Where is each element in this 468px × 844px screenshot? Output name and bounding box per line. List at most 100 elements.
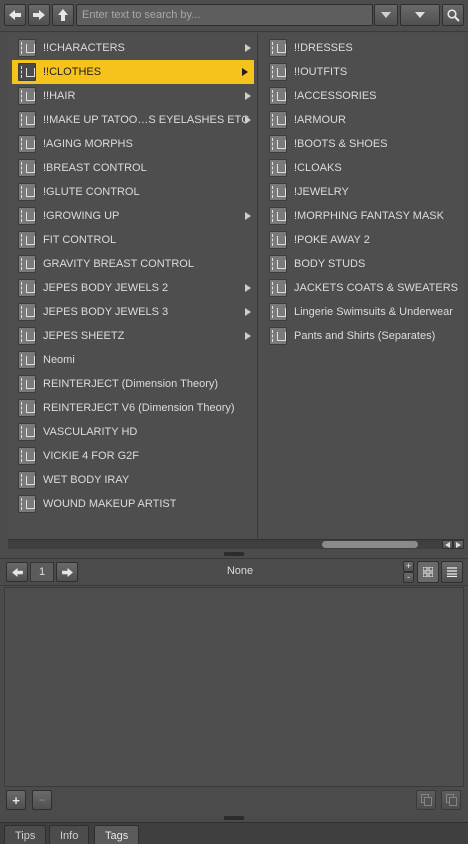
category-item-hair[interactable]: !!HAIR — [8, 84, 257, 108]
arrow-left-icon — [9, 10, 21, 20]
arrow-right-icon — [61, 567, 73, 577]
category-item-label: !GLUTE CONTROL — [43, 186, 140, 198]
page-number[interactable]: 1 — [30, 562, 54, 582]
category-item-reinterject-v6-dimension-theory[interactable]: REINTERJECT V6 (Dimension Theory) — [8, 396, 257, 420]
category-item-outfits[interactable]: !!OUTFITS — [259, 60, 464, 84]
category-item-morphing-fantasy-mask[interactable]: !MORPHING FANTASY MASK — [259, 204, 464, 228]
tab-tips[interactable]: Tips — [4, 825, 47, 844]
category-item-vickie-4-for-g2f[interactable]: VICKIE 4 FOR G2F — [8, 444, 257, 468]
category-item-vascularity-hd[interactable]: VASCULARITY HD — [8, 420, 257, 444]
category-item-poke-away-2[interactable]: !POKE AWAY 2 — [259, 228, 464, 252]
category-item-fit-control[interactable]: FIT CONTROL — [8, 228, 257, 252]
folder-icon — [18, 135, 36, 153]
next-page-button[interactable] — [56, 562, 78, 582]
search-history-dropdown[interactable] — [374, 4, 398, 26]
category-item-jepes-sheetz[interactable]: JEPES SHEETZ — [8, 324, 257, 348]
copy-button[interactable] — [416, 790, 436, 810]
horizontal-scrollbar[interactable] — [8, 539, 464, 549]
content-panel[interactable] — [4, 587, 464, 787]
category-item-label: VICKIE 4 FOR G2F — [43, 450, 139, 462]
category-item-lingerie-swimsuits-underwear[interactable]: Lingerie Swimsuits & Underwear — [259, 300, 464, 324]
search-icon — [446, 8, 460, 22]
back-button[interactable] — [4, 4, 26, 26]
search-button[interactable] — [442, 4, 464, 26]
folder-icon — [18, 471, 36, 489]
category-item-wound-makeup-artist[interactable]: WOUND MAKEUP ARTIST — [8, 492, 257, 516]
category-item-reinterject-dimension-theory[interactable]: REINTERJECT (Dimension Theory) — [8, 372, 257, 396]
category-item-label: FIT CONTROL — [43, 234, 117, 246]
folder-icon — [18, 207, 36, 225]
prev-page-button[interactable] — [6, 562, 28, 582]
submenu-arrow-icon — [245, 332, 251, 340]
copy-icon — [420, 794, 432, 806]
category-item-label: REINTERJECT V6 (Dimension Theory) — [43, 402, 235, 414]
category-item-breast-control[interactable]: !BREAST CONTROL — [8, 156, 257, 180]
submenu-arrow-icon — [245, 284, 251, 292]
paste-button[interactable] — [441, 790, 461, 810]
category-item-jepes-body-jewels-3[interactable]: JEPES BODY JEWELS 3 — [8, 300, 257, 324]
folder-icon — [269, 303, 287, 321]
scroll-left-button[interactable] — [442, 540, 453, 549]
category-item-aging-morphs[interactable]: !AGING MORPHS — [8, 132, 257, 156]
category-item-label: !BREAST CONTROL — [43, 162, 147, 174]
category-item-label: !POKE AWAY 2 — [294, 234, 370, 246]
category-item-label: !ARMOUR — [294, 114, 346, 126]
folder-icon — [269, 39, 287, 57]
category-item-label: !CLOAKS — [294, 162, 342, 174]
category-item-label: !!HAIR — [43, 90, 76, 102]
category-item-cloaks[interactable]: !CLOAKS — [259, 156, 464, 180]
category-item-clothes[interactable]: !!CLOTHES — [12, 60, 254, 84]
category-pane-right: !!DRESSES !!OUTFITS !ACCESSORIES !ARMOUR !BO… — [259, 33, 464, 543]
category-item-make-up-tatoo-s-eyelashes-etc[interactable]: !!MAKE UP TATOO…S EYELASHES ETC — [8, 108, 257, 132]
folder-icon — [18, 423, 36, 441]
pager-bar: 1 None + - — [0, 558, 468, 586]
forward-button[interactable] — [28, 4, 50, 26]
category-item-armour[interactable]: !ARMOUR — [259, 108, 464, 132]
category-item-label: Neomi — [43, 354, 75, 366]
folder-icon — [18, 279, 36, 297]
tab-info[interactable]: Info — [49, 825, 90, 844]
folder-icon — [18, 447, 36, 465]
category-item-wet-body-iray[interactable]: WET BODY IRAY — [8, 468, 257, 492]
category-item-neomi[interactable]: Neomi — [8, 348, 257, 372]
folder-icon — [18, 231, 36, 249]
category-item-accessories[interactable]: !ACCESSORIES — [259, 84, 464, 108]
up-button[interactable] — [52, 4, 74, 26]
search-input[interactable] — [76, 4, 373, 26]
add-button[interactable]: + — [6, 790, 26, 810]
folder-icon — [269, 183, 287, 201]
splitter-handle[interactable] — [224, 552, 244, 556]
category-item-boots-shoes[interactable]: !BOOTS & SHOES — [259, 132, 464, 156]
zoom-in-button[interactable]: + — [403, 561, 414, 572]
category-item-label: WET BODY IRAY — [43, 474, 130, 486]
top-toolbar — [0, 0, 468, 32]
category-item-glute-control[interactable]: !GLUTE CONTROL — [8, 180, 257, 204]
category-item-jewelry[interactable]: !JEWELRY — [259, 180, 464, 204]
sort-label[interactable]: None — [210, 565, 270, 577]
category-item-dresses[interactable]: !!DRESSES — [259, 36, 464, 60]
folder-icon — [18, 303, 36, 321]
submenu-arrow-icon — [245, 116, 251, 124]
folder-icon — [18, 63, 36, 81]
zoom-out-button[interactable]: - — [403, 572, 414, 583]
category-item-body-studs[interactable]: BODY STUDS — [259, 252, 464, 276]
grid-view-button[interactable] — [417, 561, 439, 583]
category-item-growing-up[interactable]: !GROWING UP — [8, 204, 257, 228]
category-item-label: BODY STUDS — [294, 258, 366, 270]
folder-icon — [269, 87, 287, 105]
scroll-right-button[interactable] — [453, 540, 464, 549]
category-item-characters[interactable]: !!CHARACTERS — [8, 36, 257, 60]
folder-icon — [18, 183, 36, 201]
tab-label: Tags — [105, 829, 129, 842]
splitter-handle-bottom[interactable] — [224, 816, 244, 820]
category-item-label: Lingerie Swimsuits & Underwear — [294, 306, 453, 318]
list-view-button[interactable] — [441, 561, 463, 583]
tab-tags[interactable]: Tags — [94, 825, 140, 844]
category-item-gravity-breast-control[interactable]: GRAVITY BREAST CONTROL — [8, 252, 257, 276]
category-item-jepes-body-jewels-2[interactable]: JEPES BODY JEWELS 2 — [8, 276, 257, 300]
options-dropdown[interactable] — [400, 4, 440, 26]
scrollbar-thumb[interactable] — [322, 541, 418, 548]
category-item-pants-and-shirts-separates[interactable]: Pants and Shirts (Separates) — [259, 324, 464, 348]
remove-button[interactable]: − — [32, 790, 52, 810]
category-item-jackets-coats-sweaters[interactable]: JACKETS COATS & SWEATERS — [259, 276, 464, 300]
